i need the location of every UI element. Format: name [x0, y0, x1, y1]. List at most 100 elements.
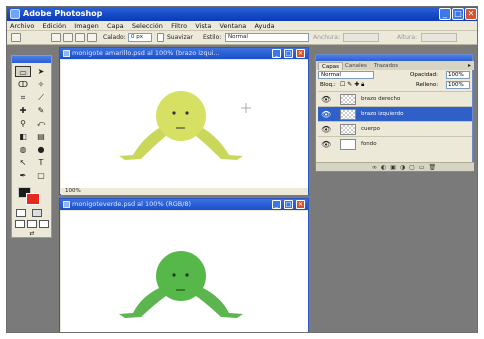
- maximize-button[interactable]: □: [452, 8, 464, 20]
- pen-tool-icon[interactable]: ✒: [15, 170, 31, 181]
- brush-tool-icon[interactable]: ✎: [33, 105, 49, 116]
- figure-right-arm: [196, 128, 243, 160]
- lasso-tool-icon[interactable]: ↀ: [15, 79, 31, 90]
- figure-left-eye: [172, 273, 176, 277]
- layer-row[interactable]: 👁︎ fondo: [318, 136, 472, 151]
- menu-edicion[interactable]: Edición: [40, 21, 70, 31]
- shape-tool-icon[interactable]: ▢: [33, 170, 49, 181]
- document-canvas[interactable]: [61, 60, 308, 188]
- blur-tool-icon[interactable]: ◍: [15, 144, 31, 155]
- eye-icon[interactable]: 👁︎: [321, 140, 331, 149]
- feather-input[interactable]: 0 px: [128, 33, 152, 42]
- fill-input[interactable]: 100%: [446, 81, 470, 89]
- add-selection-icon[interactable]: [63, 33, 73, 42]
- document-title-bar[interactable]: monigoteverde.psd al 100% (RGB/8) _ □ ✕: [60, 199, 308, 210]
- clone-stamp-tool-icon[interactable]: ⚲: [15, 118, 31, 129]
- layers-panel: Capas Canales Trazados ▸ Normal Opacidad…: [315, 54, 474, 172]
- document-window-green[interactable]: monigoteverde.psd al 100% (RGB/8) _ □ ✕: [59, 198, 309, 332]
- opacity-label: Opacidad:: [410, 72, 438, 78]
- document-canvas[interactable]: [61, 211, 308, 332]
- background-color-swatch[interactable]: [26, 193, 40, 205]
- layer-actions-icons[interactable]: ∞◐▣◑▢▭🗑︎: [372, 164, 440, 171]
- layer-row[interactable]: 👁︎ brazo izquierdo: [318, 106, 472, 121]
- tab-capas[interactable]: Capas: [318, 62, 343, 70]
- new-selection-icon[interactable]: [51, 33, 61, 42]
- doc-maximize-button[interactable]: □: [284, 49, 293, 58]
- figure-left-arm: [119, 128, 166, 160]
- gradient-tool-icon[interactable]: ▤: [33, 131, 49, 142]
- close-button[interactable]: ✕: [465, 8, 477, 20]
- width-input[interactable]: [343, 33, 379, 42]
- menu-ventana[interactable]: Ventana: [217, 21, 250, 31]
- smooth-label: Suavizar: [167, 34, 193, 41]
- lock-icons[interactable]: ☐ ✎ ✚ 🔒︎: [340, 81, 364, 89]
- blend-mode-select[interactable]: Normal: [318, 71, 374, 79]
- doc-minimize-button[interactable]: _: [272, 200, 281, 209]
- menu-seleccion[interactable]: Selección: [129, 21, 166, 31]
- healing-brush-tool-icon[interactable]: ✚: [15, 105, 31, 116]
- eye-icon[interactable]: 👁︎: [321, 110, 331, 119]
- minimize-button[interactable]: _: [439, 8, 451, 20]
- toolbox-header: [12, 56, 51, 63]
- eye-icon[interactable]: 👁︎: [321, 125, 331, 134]
- crop-tool-icon[interactable]: ⌗: [15, 92, 31, 103]
- history-brush-tool-icon[interactable]: ⤺: [33, 118, 49, 129]
- menu-filtro[interactable]: Filtro: [168, 21, 190, 31]
- figure-left-eye: [172, 111, 176, 115]
- standard-mode-icon[interactable]: [16, 209, 26, 217]
- doc-close-button[interactable]: ✕: [296, 200, 305, 209]
- menu-imagen[interactable]: Imagen: [71, 21, 101, 31]
- doc-close-button[interactable]: ✕: [296, 49, 305, 58]
- dodge-tool-icon[interactable]: ●: [33, 144, 49, 155]
- menu-vista[interactable]: Vista: [192, 21, 214, 31]
- layer-name: fondo: [361, 141, 377, 147]
- slice-tool-icon[interactable]: ⟋: [33, 92, 49, 103]
- layer-thumbnail: [340, 124, 356, 135]
- tab-trazados[interactable]: Trazados: [371, 62, 401, 70]
- screen-mode-fullmenu-icon[interactable]: [27, 220, 37, 228]
- layers-panel-tabs: Capas Canales Trazados ▸: [316, 61, 474, 70]
- screen-mode-full-icon[interactable]: [39, 220, 49, 228]
- layer-row[interactable]: 👁︎ brazo derecho: [318, 91, 472, 106]
- crosshair-cursor-icon: [241, 103, 251, 113]
- marquee-tool-preset-icon[interactable]: [11, 33, 21, 42]
- doc-maximize-button[interactable]: □: [284, 200, 293, 209]
- menu-ayuda[interactable]: Ayuda: [251, 21, 277, 31]
- style-select[interactable]: Normal: [225, 33, 309, 42]
- photoshop-app-icon: [10, 9, 20, 19]
- doc-minimize-button[interactable]: _: [272, 49, 281, 58]
- opacity-input[interactable]: 100%: [446, 71, 470, 79]
- document-title-bar[interactable]: monigote amarillo.psd al 100% (brazo izq…: [60, 48, 308, 59]
- screen-mode-standard-icon[interactable]: [15, 220, 25, 228]
- figure-right-eye: [185, 273, 189, 277]
- document-title: monigote amarillo.psd al 100% (brazo izq…: [72, 49, 220, 57]
- eye-icon[interactable]: 👁︎: [321, 95, 331, 104]
- figure-green: [119, 251, 243, 318]
- intersect-selection-icon[interactable]: [87, 33, 97, 42]
- toolbox: ▭ ➤ ↀ ✧ ⌗ ⟋ ✚ ✎ ⚲ ⤺ ◧ ▤ ◍ ● ↖ T ✒ ▢ ⇄: [11, 55, 52, 238]
- move-tool-icon[interactable]: ➤: [33, 66, 49, 77]
- menu-archivo[interactable]: Archivo: [7, 21, 37, 31]
- path-selection-tool-icon[interactable]: ↖: [15, 157, 31, 168]
- tab-canales[interactable]: Canales: [342, 62, 370, 70]
- rect-marquee-tool-icon[interactable]: ▭: [15, 66, 31, 77]
- magic-wand-tool-icon[interactable]: ✧: [33, 79, 49, 90]
- blend-row: Normal Opacidad: 100%: [316, 70, 474, 80]
- layer-row[interactable]: 👁︎ cuerpo: [318, 121, 472, 136]
- menu-bar: Archivo Edición Imagen Capa Selección Fi…: [7, 21, 477, 31]
- layer-name: brazo derecho: [361, 96, 401, 102]
- width-label: Anchura:: [313, 34, 340, 41]
- panel-menu-icon[interactable]: ▸: [468, 62, 471, 69]
- eraser-tool-icon[interactable]: ◧: [15, 131, 31, 142]
- menu-capa[interactable]: Capa: [104, 21, 127, 31]
- type-tool-icon[interactable]: T: [33, 157, 49, 168]
- height-input[interactable]: [421, 33, 457, 42]
- smooth-checkbox[interactable]: [157, 33, 164, 42]
- jump-to-imageready-icon[interactable]: ⇄: [18, 230, 46, 237]
- zoom-level[interactable]: 100%: [65, 188, 81, 194]
- quick-mask-mode-icon[interactable]: [32, 209, 42, 217]
- subtract-selection-icon[interactable]: [75, 33, 85, 42]
- style-label: Estilo:: [203, 34, 222, 41]
- document-icon: [63, 201, 70, 208]
- document-window-yellow[interactable]: monigote amarillo.psd al 100% (brazo izq…: [59, 47, 309, 195]
